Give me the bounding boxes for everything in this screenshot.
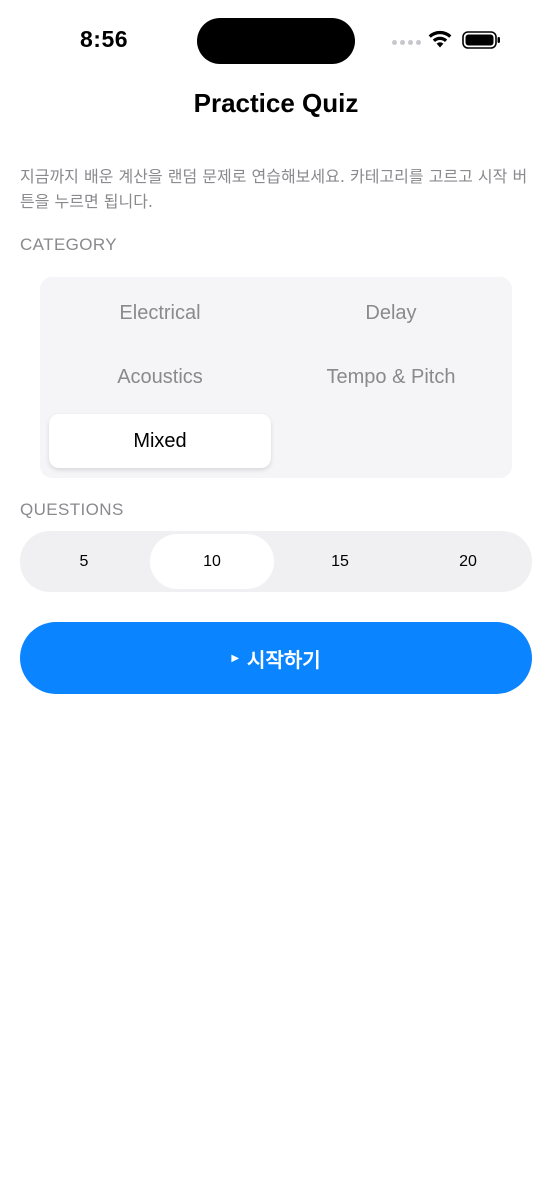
status-bar: 8:56 xyxy=(0,0,552,84)
signal-dots-icon xyxy=(392,40,421,45)
start-button-label: 시작하기 xyxy=(247,647,321,672)
category-option-electrical[interactable]: Electrical xyxy=(49,286,271,340)
category-option-mixed[interactable]: Mixed xyxy=(49,414,271,468)
question-count-picker: 5 10 15 20 xyxy=(20,531,532,592)
status-time: 8:56 xyxy=(80,26,129,52)
question-count-option-20[interactable]: 20 xyxy=(406,534,530,589)
questions-section-label: QUESTIONS xyxy=(20,500,124,519)
category-option-acoustics[interactable]: Acoustics xyxy=(49,350,271,404)
wifi-icon xyxy=(428,30,452,48)
category-section-label: CATEGORY xyxy=(20,235,118,254)
category-picker: Electrical Delay Acoustics Tempo & Pitch… xyxy=(40,277,512,478)
category-option-tempo-pitch[interactable]: Tempo & Pitch xyxy=(280,350,502,404)
category-option-delay[interactable]: Delay xyxy=(280,286,502,340)
page-description: 지금까지 배운 계산을 랜덤 문제로 연습해보세요. 카테고리를 고르고 시작 … xyxy=(20,167,528,211)
question-count-option-10[interactable]: 10 xyxy=(150,534,274,589)
play-icon: ▶ xyxy=(231,652,240,664)
start-button[interactable]: ▶ 시작하기 xyxy=(20,622,532,694)
battery-icon xyxy=(462,31,500,49)
question-count-option-5[interactable]: 5 xyxy=(22,534,146,589)
dynamic-island xyxy=(197,18,355,64)
page-title: Practice Quiz xyxy=(193,88,359,118)
question-count-option-15[interactable]: 15 xyxy=(278,534,402,589)
